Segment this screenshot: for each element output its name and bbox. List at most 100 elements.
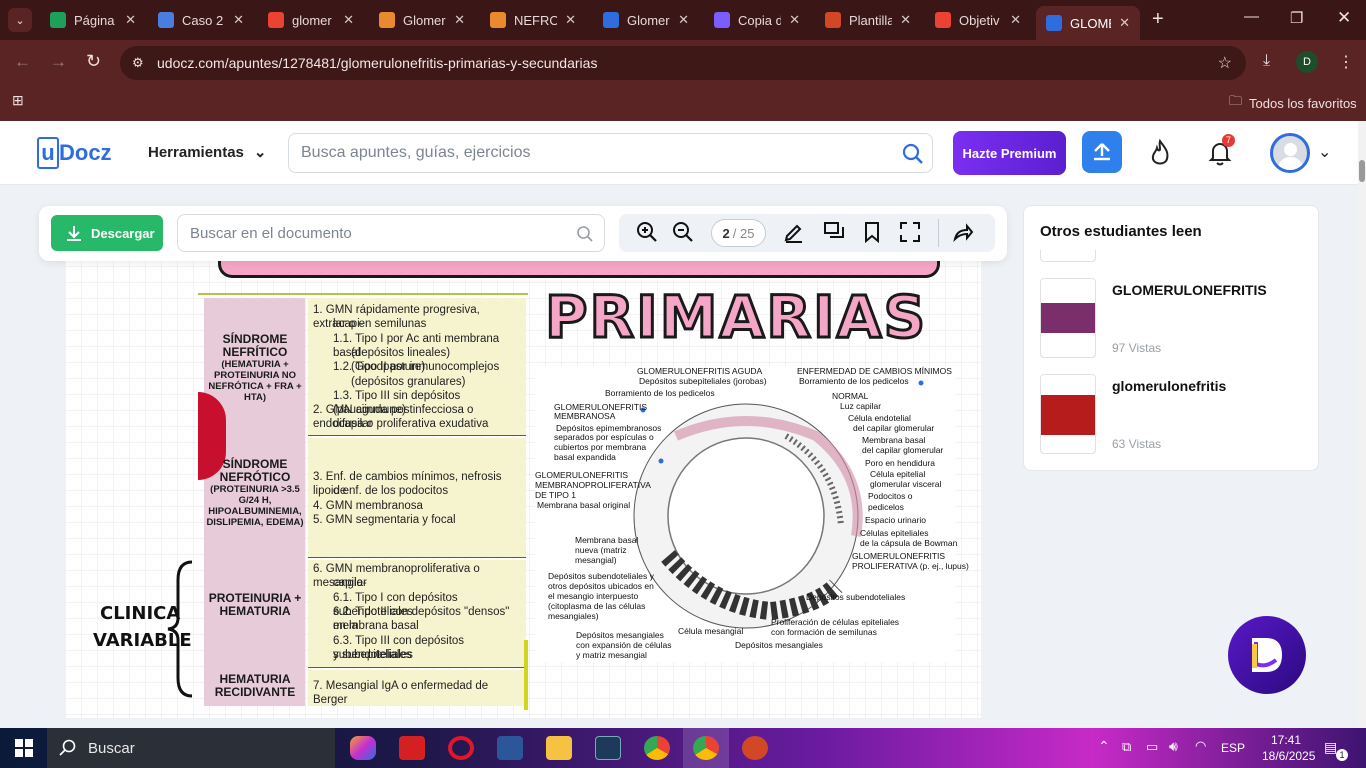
tab-close-icon[interactable]: ✕ [900,12,911,28]
search-icon[interactable] [902,143,924,165]
minimize-button[interactable]: — [1244,8,1259,25]
premium-button[interactable]: Hazte Premium [953,131,1066,175]
user-avatar[interactable] [1270,133,1310,173]
profile-avatar[interactable]: D [1296,51,1318,73]
bookmark-icon[interactable] [862,221,882,243]
ai-assistant-button[interactable] [1228,616,1306,694]
page-current: 2 [722,225,730,241]
back-button[interactable]: ← [14,52,31,72]
chevron-up-icon[interactable]: ⌃ [1098,738,1110,755]
related-title-1[interactable]: GLOMERULONEFRITIS [1112,282,1267,298]
comments-icon[interactable] [822,220,846,244]
opera-icon[interactable] [448,736,474,760]
download-icon[interactable]: ⤓ [1263,52,1270,70]
solidworks-icon[interactable] [399,736,425,760]
page-scrollbar[interactable] [1358,121,1366,728]
star-icon[interactable]: ☆ [1218,53,1232,73]
reload-button[interactable]: ↻ [86,51,101,72]
close-window-button[interactable]: ✕ [1337,8,1351,28]
document-search-input[interactable]: Buscar en el documento [177,214,605,252]
diagram-label: Borramiento de los pedicelos [799,376,909,386]
scrollbar-thumb[interactable] [1359,160,1365,182]
tab-close-icon[interactable]: ✕ [565,12,576,28]
page-indicator[interactable]: 2 / 25 [711,219,766,247]
related-thumb-1[interactable] [1040,278,1096,358]
diagram-label: Membrana basal original [537,500,631,510]
browser-tab[interactable]: Copia d ✕ [704,4,810,36]
all-bookmarks[interactable]: 🗀 Todos los favoritos [1229,92,1357,114]
forward-button[interactable]: → [50,52,67,72]
browser-tab[interactable]: Glomer ✕ [369,4,475,36]
browser-tab[interactable]: NEFROI ✕ [480,4,586,36]
tab-close-icon[interactable]: ✕ [789,12,800,28]
table-cell-line: 7. Mesangial IgA o enfermedad de Berger [313,680,489,706]
heading-primarias: PRIMARIAS [544,282,928,353]
file-explorer-icon[interactable] [546,736,572,760]
highlight-pen-icon[interactable] [783,221,805,243]
diagram-label: Poro en hendidura [865,458,935,468]
ebox-icon[interactable] [595,736,621,760]
address-bar[interactable]: ⚙ udocz.com/apuntes/1278481/glomerulonef… [120,46,1246,80]
chrome-profile-icon[interactable] [693,736,719,760]
chevron-down-icon[interactable]: ⌄ [1318,142,1331,162]
new-tab-button[interactable]: + [1152,8,1164,31]
browser-tab[interactable]: Glomer ✕ [593,4,699,36]
related-partial-card [1040,250,1096,262]
udocz-logo[interactable]: u Docz [37,136,112,170]
tab-label: glomer [292,12,332,28]
tab-close-icon[interactable]: ✕ [233,12,244,28]
tab-favicon-icon [379,12,395,28]
speaker-icon[interactable]: 🔊︎ [1169,738,1178,755]
diagram-label: GLOMERULONEFRITIS [535,470,629,480]
wifi-icon[interactable]: ◠ [1195,738,1206,754]
maximize-button[interactable]: ❐ [1290,9,1303,27]
avatar-head [1284,143,1297,156]
tab-close-icon[interactable]: ✕ [1119,15,1130,31]
browser-tab[interactable]: glomer ✕ [258,4,364,36]
taskbar-clock[interactable]: 17:41 18/6/2025 [1262,732,1315,764]
zoom-out-icon[interactable] [672,221,694,243]
browser-tab[interactable]: Caso 2 ✕ [148,4,254,36]
menu-icon[interactable]: ⋮ [1338,52,1354,72]
upload-button[interactable] [1082,131,1122,173]
battery-icon[interactable]: ▭ [1146,739,1158,755]
diagram-label: GLOMERULONEFRITIS [852,551,946,561]
tab-search-button[interactable]: ⌄ [8,8,32,32]
diagram-label: MEMBRANOSA [554,411,616,421]
notifications-count: 1 [1336,749,1348,761]
taskbar-search[interactable]: Buscar [47,728,335,768]
related-thumb-2[interactable] [1040,374,1096,454]
syndrome-1: SÍNDROME NEFRÍTICO (HEMATURIA + PROTEINU… [205,333,305,404]
tab-close-icon[interactable]: ✕ [678,12,689,28]
site-search-input[interactable]: Busca apuntes, guías, ejercicios [288,133,933,173]
language-indicator[interactable]: ESP [1221,741,1245,755]
zoom-in-icon[interactable] [636,221,658,243]
tab-close-icon[interactable]: ✕ [125,12,136,28]
streak-flame-icon[interactable] [1148,138,1172,168]
tab-close-icon[interactable]: ✕ [454,12,465,28]
copilot-icon[interactable] [350,736,376,760]
word-icon[interactable] [497,736,523,760]
tab-label: GLOME [1070,15,1111,31]
syndrome-4: HEMATURIA RECIDIVANTE [214,672,296,699]
apps-icon[interactable]: ⊞ [12,92,24,109]
tab-close-icon[interactable]: ✕ [343,12,354,28]
diagram-label: DE TIPO 1 [535,490,576,500]
browser-tab[interactable]: GLOME ✕ [1036,6,1140,40]
related-title-2[interactable]: glomerulonefritis [1112,378,1226,394]
related-title: Otros estudiantes leen [1040,223,1202,240]
windows-start-icon[interactable] [15,739,33,757]
tools-menu[interactable]: Herramientas ⌄ [148,143,266,162]
browser-tab[interactable]: Página ✕ [40,4,146,36]
chrome-icon[interactable] [644,736,670,760]
network-tray-icon[interactable]: ⧉ [1122,739,1131,755]
share-icon[interactable] [952,221,974,243]
powerpoint-icon[interactable] [742,736,768,760]
browser-tab[interactable]: Objetiv ✕ [925,4,1031,36]
search-icon[interactable] [576,225,594,243]
browser-tab[interactable]: Plantilla ✕ [815,4,921,36]
site-info-icon[interactable]: ⚙ [132,55,144,71]
download-button[interactable]: Descargar [51,215,163,251]
tab-close-icon[interactable]: ✕ [1010,12,1021,28]
fullscreen-icon[interactable] [899,221,921,243]
